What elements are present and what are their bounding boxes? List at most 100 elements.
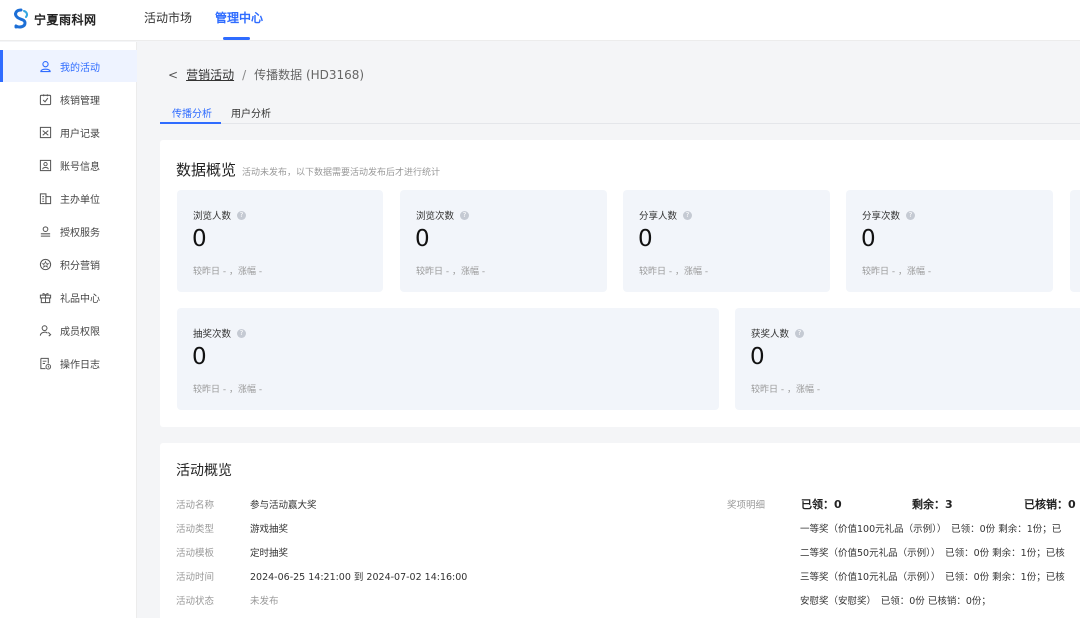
sidebar-item-account-info[interactable]: 账号信息 [0, 149, 137, 181]
data-overview-subtitle: 活动未发布，以下数据需要活动发布后才进行统计 [242, 168, 441, 178]
stat-compare: 较昨日 - ，涨幅 - [639, 267, 709, 277]
stat-value: 0 [192, 344, 207, 370]
help-icon[interactable]: ? [906, 210, 916, 220]
record-icon [38, 125, 52, 139]
sidebar-item-points-marketing[interactable]: 积分营销 [0, 248, 137, 280]
stat-label: 浏览次数 [416, 211, 455, 222]
stat-card-view-users: 浏览人数? 0 较昨日 - ，涨幅 - [177, 190, 383, 292]
stat-label: 浏览人数 [193, 211, 232, 222]
stat-card-share-count: 分享次数? 0 较昨日 - ，涨幅 - [846, 190, 1053, 292]
sidebar-item-operation-log[interactable]: 操作日志 [0, 347, 137, 379]
nav-management-center[interactable]: 管理中心 [215, 0, 263, 40]
stat-label: 分享次数 [862, 211, 901, 222]
data-overview-title: 数据概览 [176, 161, 237, 179]
prize-list: 一等奖（价值100元礼品（示例）） 已领：0份 剩余：1份；已 二等奖（价值50… [800, 515, 1080, 618]
help-icon[interactable]: ? [237, 328, 247, 338]
id-card-icon [38, 158, 52, 172]
stat-label: 获奖人数 [751, 329, 790, 340]
sidebar-item-label: 账号信息 [60, 161, 100, 173]
sidebar-item-gift-center[interactable]: 礼品中心 [0, 281, 137, 313]
sidebar-item-label: 主办单位 [60, 194, 100, 206]
activity-name-label: 活动名称 [176, 500, 215, 511]
nav-active-indicator [223, 37, 250, 40]
sidebar-item-redemption[interactable]: 核销管理 [0, 83, 137, 115]
breadcrumb: < 营销活动 / 传播数据 (HD3168) [168, 66, 364, 83]
logo-text: 宁夏雨科网 [34, 12, 97, 27]
stat-card-draw-count: 抽奖次数? 0 较昨日 - ，涨幅 - [177, 308, 719, 410]
stat-label: 分享人数 [639, 211, 678, 222]
prize-row-consolation: 安慰奖（安慰奖） 已领：0份 已核销：0份； [800, 596, 991, 607]
activity-status-label: 活动状态 [176, 596, 215, 607]
sidebar: 我的活动 核销管理 用户记录 账号信息 主办单位 授权服务 积分营销 礼品中心 … [0, 42, 137, 618]
stat-card-view-count: 浏览次数? 0 较昨日 - ，涨幅 - [400, 190, 607, 292]
logo[interactable]: 宁夏雨科网 [10, 7, 97, 31]
stat-value: 0 [750, 344, 765, 370]
stat-value: 0 [861, 226, 876, 252]
breadcrumb-separator: / [242, 67, 247, 82]
sidebar-item-member-permissions[interactable]: 成员权限 [0, 314, 137, 346]
member-icon [38, 323, 52, 337]
sidebar-item-authorization[interactable]: 授权服务 [0, 215, 137, 247]
sidebar-item-label: 用户记录 [60, 128, 100, 140]
tab-active-indicator [160, 122, 221, 124]
breadcrumb-parent-link[interactable]: 营销活动 [186, 66, 234, 83]
stat-card-share-users: 分享人数? 0 较昨日 - ，涨幅 - [623, 190, 830, 292]
prize-row-second: 二等奖（价值50元礼品（示例）） 已领：0份 剩余：1份；已核 [800, 548, 1065, 559]
activity-template-label: 活动模板 [176, 548, 215, 559]
activity-type-value: 游戏抽奖 [250, 524, 289, 535]
stat-value: 0 [192, 226, 207, 252]
help-icon[interactable]: ? [683, 210, 693, 220]
stat-value: 0 [415, 226, 430, 252]
sidebar-item-label: 我的活动 [60, 62, 100, 74]
sidebar-item-label: 礼品中心 [60, 293, 100, 305]
activity-status-value: 未发布 [250, 596, 279, 607]
help-icon[interactable]: ? [237, 210, 247, 220]
top-header: 宁夏雨科网 活动市场 管理中心 [0, 0, 1080, 41]
activity-template-value: 定时抽奖 [250, 548, 289, 559]
sidebar-item-label: 操作日志 [60, 359, 100, 371]
building-icon [38, 191, 52, 205]
activity-time-value: 2024-06-25 14:21:00 到 2024-07-02 14:16:0… [250, 572, 468, 583]
prize-row-first: 一等奖（价值100元礼品（示例）） 已领：0份 剩余：1份；已 [800, 524, 1062, 535]
breadcrumb-current: 传播数据 (HD3168) [254, 68, 365, 82]
nav-activity-market[interactable]: 活动市场 [144, 0, 192, 40]
sidebar-item-user-records[interactable]: 用户记录 [0, 116, 137, 148]
tabs-divider [160, 123, 1080, 124]
authorize-icon [38, 224, 52, 238]
stat-card-winners: 获奖人数? 0 较昨日 - ，涨幅 - [735, 308, 1080, 410]
back-chevron-icon[interactable]: < [168, 68, 178, 82]
sidebar-item-label: 核销管理 [60, 95, 100, 107]
stat-card-partial [1070, 190, 1080, 292]
activity-overview-title: 活动概览 [176, 463, 232, 479]
tab-spread-analysis[interactable]: 传播分析 [172, 105, 212, 120]
stat-compare: 较昨日 - ，涨幅 - [193, 267, 263, 277]
prize-redeemed-summary: 已核销：0 [1024, 498, 1076, 511]
stat-label: 抽奖次数 [193, 329, 232, 340]
help-icon[interactable]: ? [460, 210, 470, 220]
sidebar-item-organizer[interactable]: 主办单位 [0, 182, 137, 214]
tab-user-analysis[interactable]: 用户分析 [231, 105, 271, 120]
prize-claimed-summary: 已领：0 [801, 498, 842, 511]
stat-compare: 较昨日 - ，涨幅 - [862, 267, 932, 277]
sidebar-item-my-activities[interactable]: 我的活动 [0, 50, 137, 82]
activity-name-value: 参与活动赢大奖 [250, 500, 317, 511]
activity-time-label: 活动时间 [176, 572, 215, 583]
activity-type-label: 活动类型 [176, 524, 215, 535]
prize-detail-label: 奖项明细 [727, 500, 766, 511]
prize-remaining-summary: 剩余：3 [912, 498, 953, 511]
gift-icon [38, 290, 52, 304]
sidebar-item-label: 成员权限 [60, 326, 100, 338]
stat-compare: 较昨日 - ，涨幅 - [193, 385, 263, 395]
prize-row-third: 三等奖（价值10元礼品（示例）） 已领：0份 剩余：1份；已核 [800, 572, 1065, 583]
stat-compare: 较昨日 - ，涨幅 - [751, 385, 821, 395]
stat-compare: 较昨日 - ，涨幅 - [416, 267, 486, 277]
points-icon [38, 257, 52, 271]
help-icon[interactable]: ? [795, 328, 805, 338]
sidebar-item-label: 积分营销 [60, 260, 100, 272]
logo-icon [14, 8, 29, 29]
user-icon [38, 59, 52, 73]
log-icon [38, 356, 52, 370]
sidebar-item-label: 授权服务 [60, 227, 100, 239]
stat-value: 0 [638, 226, 653, 252]
check-square-icon [38, 92, 52, 106]
